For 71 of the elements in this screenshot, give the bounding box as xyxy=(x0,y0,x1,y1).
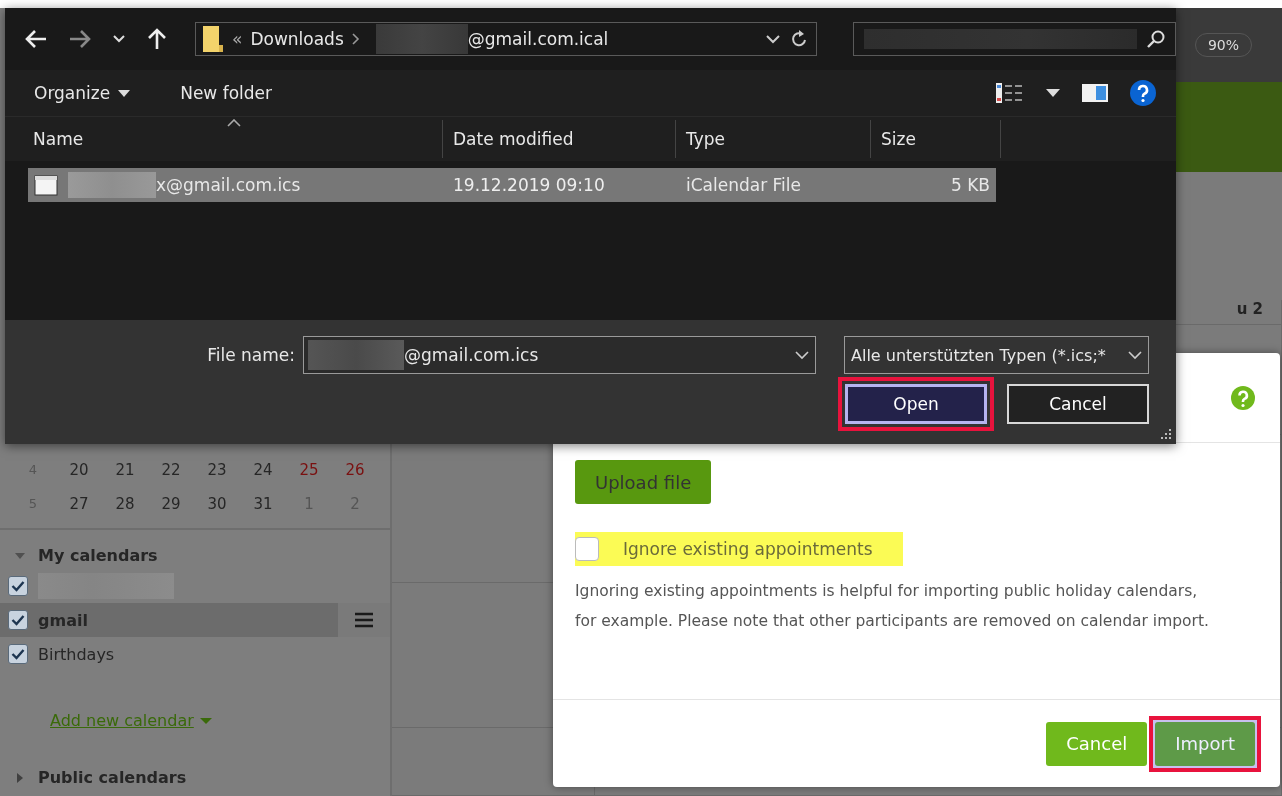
calendar-day[interactable]: 30 xyxy=(194,494,240,514)
calendar-day[interactable]: 27 xyxy=(56,494,102,514)
check-icon xyxy=(11,648,25,660)
caret-down-icon xyxy=(118,89,131,97)
refresh-icon[interactable] xyxy=(789,29,808,49)
new-folder-button[interactable]: New folder xyxy=(180,83,272,103)
view-list-icon[interactable] xyxy=(996,83,1024,103)
calendar-item[interactable]: Birthdays xyxy=(0,637,390,671)
import-button[interactable]: Import xyxy=(1155,721,1255,766)
calendar-name: Birthdays xyxy=(38,644,115,664)
file-name: x@gmail.com.ics xyxy=(156,175,301,195)
open-button[interactable]: Open xyxy=(845,384,987,424)
checkbox[interactable] xyxy=(8,644,28,664)
upload-file-button[interactable]: Upload file xyxy=(575,460,712,504)
file-type: iCalendar File xyxy=(685,175,802,195)
description-text: Ignoring existing appointments is helpful for importing public holiday calendars, for example. Please note that other participants are removed on calendar import. xyxy=(575,581,1210,632)
checkbox[interactable] xyxy=(575,537,599,561)
field-label: File name: xyxy=(207,345,295,365)
menu-icon[interactable] xyxy=(354,612,374,628)
calendar-day[interactable]: 21 xyxy=(102,460,148,480)
calendar-day[interactable]: 22 xyxy=(148,460,194,480)
section-title: My calendars xyxy=(38,546,158,565)
calendar-item[interactable]: gmail xyxy=(0,603,390,637)
calendar-name: gmail xyxy=(38,610,88,630)
column-header[interactable]: Date modified xyxy=(443,120,676,158)
file-date: 19.12.2019 09:10 xyxy=(452,175,606,195)
calendar-file-icon xyxy=(34,174,58,196)
calendar-day[interactable]: 23 xyxy=(194,460,240,480)
checkbox[interactable] xyxy=(8,610,28,630)
breadcrumb-item[interactable]: @gmail.com.ical xyxy=(467,29,609,49)
resize-grip-icon xyxy=(1160,428,1172,440)
chevron-right-icon xyxy=(351,33,360,45)
overflow-chevron[interactable]: « xyxy=(232,29,243,49)
back-arrow-icon[interactable] xyxy=(25,29,47,49)
chevron-down-icon[interactable] xyxy=(765,34,780,44)
address-bar[interactable]: « Downloads @gmail.com.ical xyxy=(195,22,817,56)
organize-menu[interactable]: Organize xyxy=(34,83,131,103)
calendar-day[interactable]: 25 xyxy=(286,460,332,480)
column-header[interactable]: Name xyxy=(5,120,443,158)
search-field[interactable] xyxy=(852,22,1176,56)
check-icon xyxy=(11,614,25,626)
file-size: 5 KB xyxy=(949,175,991,195)
checkbox[interactable] xyxy=(8,576,28,596)
help-icon[interactable] xyxy=(1130,80,1156,106)
forward-arrow-icon[interactable] xyxy=(69,29,91,49)
section-title: Public calendars xyxy=(38,768,187,787)
file-row[interactable]: x@gmail.com.ics 19.12.2019 09:10 iCalendar File 5 KB xyxy=(28,168,996,202)
preview-pane-icon[interactable] xyxy=(1082,84,1108,102)
up-arrow-icon[interactable] xyxy=(147,28,167,50)
chevron-down-icon xyxy=(1128,350,1142,360)
file-type-dropdown[interactable]: Alle unterstützten Typen (*.ics;* xyxy=(844,336,1149,374)
chevron-down-icon xyxy=(795,350,809,360)
breadcrumb-item[interactable]: Downloads xyxy=(250,29,344,49)
column-header[interactable]: Type xyxy=(676,120,871,158)
folder-icon xyxy=(202,25,224,53)
calendar-day[interactable]: 26 xyxy=(332,460,378,480)
chevron-down-icon[interactable] xyxy=(113,35,125,43)
check-icon xyxy=(11,580,25,592)
calendar-day[interactable]: 29 xyxy=(148,494,194,514)
calendar-day[interactable]: 20 xyxy=(56,460,102,480)
calendar-day[interactable]: 28 xyxy=(102,494,148,514)
caret-down-icon[interactable] xyxy=(1046,89,1060,97)
calendar-day[interactable]: 31 xyxy=(240,494,286,514)
calendar-day[interactable]: 24 xyxy=(240,460,286,480)
checkbox-label[interactable]: Ignore existing appointments xyxy=(623,539,873,559)
column-header[interactable]: Size xyxy=(871,120,1001,158)
cancel-button[interactable]: Cancel xyxy=(1046,721,1148,766)
file-name-field[interactable]: @gmail.com.ics xyxy=(303,336,816,374)
column-header: u 2 xyxy=(1203,300,1282,324)
cancel-button[interactable]: Cancel xyxy=(1007,384,1149,424)
search-icon xyxy=(1147,30,1165,48)
